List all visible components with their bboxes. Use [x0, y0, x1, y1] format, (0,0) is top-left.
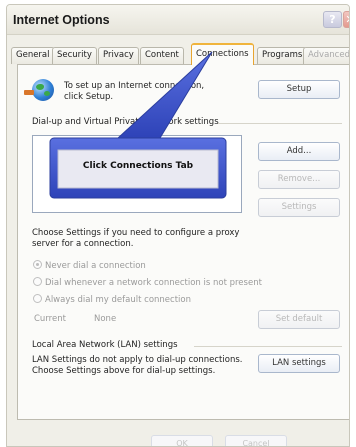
close-button[interactable]: ✕ [343, 11, 349, 28]
proxy-description: Choose Settings if you need to configure… [32, 228, 240, 249]
radio-never-dial-label: Never dial a connection [45, 261, 146, 271]
globe-connection-icon [24, 79, 54, 101]
connections-list[interactable] [32, 135, 242, 213]
tab-privacy[interactable]: Privacy [98, 47, 139, 64]
radio-dial-when-needed[interactable]: Dial whenever a network connection is no… [33, 277, 262, 288]
dialup-divider [218, 123, 342, 124]
callout-label: Click Connections Tab [82, 161, 194, 171]
current-label: Current [34, 314, 66, 324]
settings-button[interactable]: Settings [258, 198, 340, 217]
help-button[interactable]: ? [323, 11, 342, 28]
remove-button[interactable]: Remove... [258, 170, 340, 189]
tab-content[interactable]: Content [140, 47, 184, 64]
ok-button[interactable]: OK [151, 435, 213, 446]
tab-programs[interactable]: Programs [257, 47, 308, 64]
setup-button[interactable]: Setup [258, 80, 340, 99]
connections-panel: To set up an Internet connection, click … [17, 64, 349, 420]
radio-never-dial[interactable]: Never dial a connection [33, 260, 146, 271]
tab-security[interactable]: Security [52, 47, 97, 64]
add-button[interactable]: Add... [258, 142, 340, 161]
window-title: Internet Options [13, 13, 110, 27]
cancel-button[interactable]: Cancel [225, 435, 287, 446]
dialup-group-label: Dial-up and Virtual Private Network sett… [32, 117, 219, 127]
internet-options-window: Internet Options ? ✕ General Security Pr… [6, 4, 350, 447]
lan-divider [194, 346, 342, 347]
set-default-button[interactable]: Set default [258, 310, 340, 329]
radio-always-dial-label: Always dial my default connection [45, 295, 191, 305]
setup-description: To set up an Internet connection, click … [64, 81, 205, 102]
radio-button-checked[interactable] [33, 260, 42, 269]
radio-always-dial[interactable]: Always dial my default connection [33, 294, 191, 305]
tab-strip: General Security Privacy Content Connect… [11, 43, 349, 65]
lan-settings-button[interactable]: LAN settings [258, 354, 340, 373]
radio-button[interactable] [33, 294, 42, 303]
title-bar: Internet Options ? ✕ [7, 5, 349, 35]
current-value: None [94, 314, 117, 324]
tab-advanced[interactable]: Advanced [303, 47, 349, 64]
tab-connections[interactable]: Connections [191, 43, 254, 65]
lan-group-label: Local Area Network (LAN) settings [32, 340, 178, 350]
radio-button[interactable] [33, 277, 42, 286]
tab-general[interactable]: General [11, 47, 55, 64]
lan-description: LAN Settings do not apply to dial-up con… [32, 355, 243, 376]
radio-dial-when-needed-label: Dial whenever a network connection is no… [45, 278, 262, 288]
